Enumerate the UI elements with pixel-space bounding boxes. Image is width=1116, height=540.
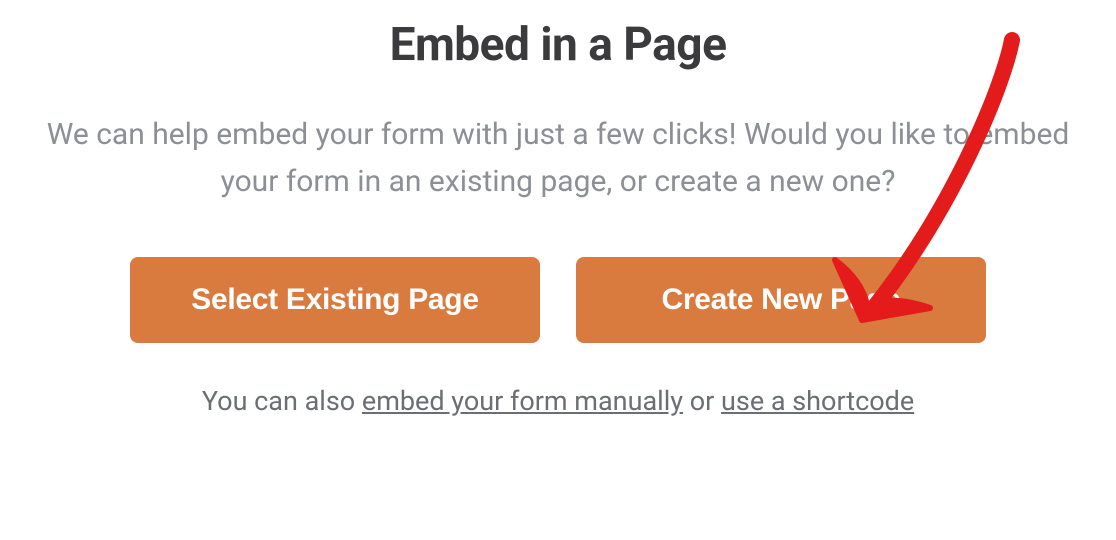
- modal-title: Embed in a Page: [0, 18, 1116, 72]
- create-new-page-button[interactable]: Create New Page: [576, 257, 986, 343]
- button-row: Select Existing Page Create New Page: [0, 257, 1116, 343]
- select-existing-page-button[interactable]: Select Existing Page: [130, 257, 540, 343]
- footer-text: You can also embed your form manually or…: [0, 385, 1116, 417]
- modal-subtitle: We can help embed your form with just a …: [0, 112, 1116, 205]
- footer-separator: or: [683, 385, 721, 417]
- use-shortcode-link[interactable]: use a shortcode: [721, 385, 914, 417]
- footer-prefix: You can also: [202, 385, 362, 417]
- embed-modal: Embed in a Page We can help embed your f…: [0, 0, 1116, 417]
- embed-manually-link[interactable]: embed your form manually: [362, 385, 683, 417]
